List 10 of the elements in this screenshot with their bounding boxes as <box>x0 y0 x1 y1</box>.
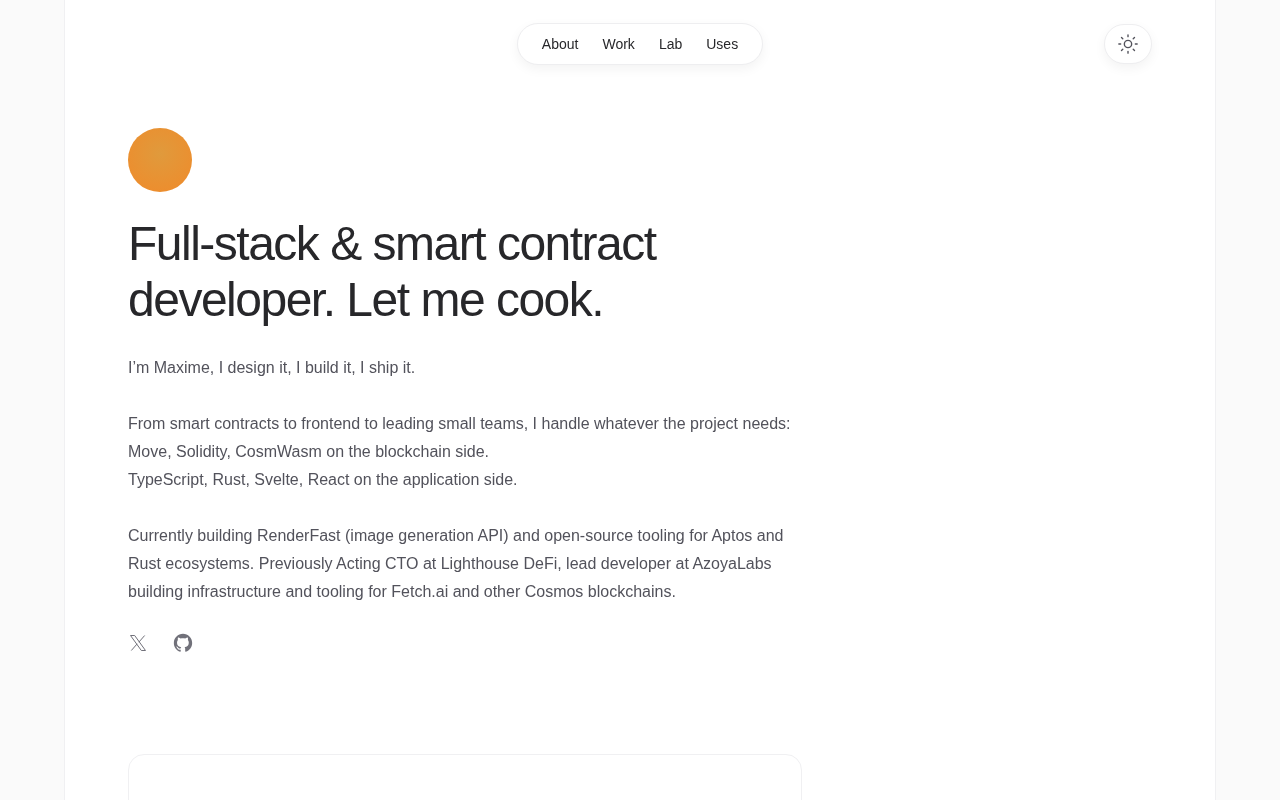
nav-link[interactable]: Uses <box>694 36 751 52</box>
nav-link[interactable]: About <box>529 36 591 52</box>
body-text: I’m Maxime, I design it, I build it, I ship it. <box>128 358 417 378</box>
body-text: Move, Solidity, CosmWasm on the blockchain side. <box>128 442 491 462</box>
body-text: Currently building RenderFast (image generation API) and open-source tooling for Aptos and Rust ecosystems. Previously Acting CTO at Lighthouse DeFi, lead developer at AzoyaLabs building infrastructure and tooling for Fetch.ai and other Cosmos blockchains. <box>128 526 785 602</box>
body-text: TypeScript, Rust, Svelte, React on the application side. <box>128 470 519 490</box>
body-text: From smart contracts to frontend to leading small teams, I handle whatever the project needs: <box>128 414 792 434</box>
hero-title: Full-stack & smart contract developer. Let me cook. <box>128 216 658 328</box>
nav-link[interactable]: Lab <box>646 36 695 52</box>
nav-link[interactable]: Work <box>590 36 647 52</box>
